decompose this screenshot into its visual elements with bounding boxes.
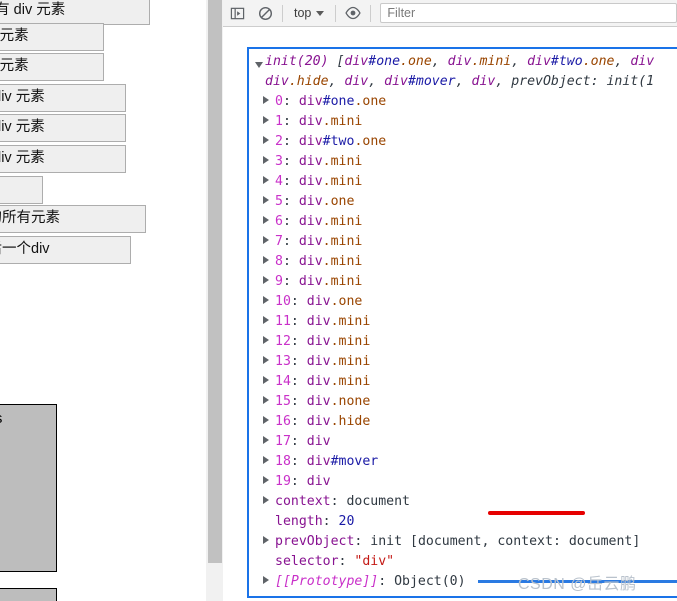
clear-console-icon[interactable] <box>251 0 279 27</box>
red-annotation-underline <box>488 511 585 515</box>
expand-triangle-icon[interactable] <box>263 136 269 144</box>
console-array-entry[interactable]: 12: div.mini <box>249 332 677 352</box>
execution-context-selector[interactable]: top <box>286 0 332 27</box>
expand-triangle-icon[interactable] <box>263 576 269 584</box>
console-array-entry[interactable]: 5: div.one <box>249 192 677 212</box>
console-array-entry[interactable]: 17: div <box>249 432 677 452</box>
console-array-entry[interactable]: 13: div.mini <box>249 352 677 372</box>
console-array-entry[interactable]: 11: div.mini <box>249 312 677 332</box>
page-action-button[interactable]: 画的最后一个div <box>0 236 131 264</box>
console-array-entry[interactable]: 19: div <box>249 472 677 492</box>
console-array-entry[interactable]: 16: div.hide <box>249 412 677 432</box>
expand-triangle-icon[interactable] <box>263 416 269 424</box>
expand-triangle-icon[interactable] <box>263 496 269 504</box>
toolbar-divider-3 <box>370 4 372 22</box>
live-expression-eye-icon[interactable] <box>339 0 367 27</box>
page-action-button[interactable]: 数的 div 元素 <box>0 53 104 81</box>
expand-triangle-icon[interactable] <box>263 96 269 104</box>
expand-triangle-icon[interactable] <box>263 456 269 464</box>
console-property-row[interactable]: context: document <box>249 492 677 512</box>
console-property-row[interactable]: selector: "div" <box>249 552 677 572</box>
expand-triangle-icon[interactable] <box>263 216 269 224</box>
expand-triangle-icon[interactable] <box>263 296 269 304</box>
page-action-button[interactable]: ne 的所有 div 元素 <box>0 0 150 25</box>
console-filter-placeholder: Filter <box>387 6 416 20</box>
console-toolbar: top Filter <box>223 0 677 27</box>
expand-triangle-icon[interactable] <box>263 476 269 484</box>
chevron-down-icon <box>316 10 325 16</box>
console-array-entry[interactable]: 7: div.mini <box>249 232 677 252</box>
page-action-button[interactable]: 于 3 的 div 元素 <box>0 84 126 112</box>
page-action-button[interactable]: 行动画的所有元素 <box>0 205 146 233</box>
page-demo-div-box: v <box>0 588 57 601</box>
expand-triangle-icon[interactable] <box>263 116 269 124</box>
page-action-button[interactable]: 于 3 的 div 元素 <box>0 145 126 173</box>
console-message-list: init(20) [div#one.one, div.mini, div#two… <box>223 28 677 601</box>
expand-triangle-icon[interactable] <box>263 276 269 284</box>
toolbar-divider-2 <box>335 4 337 22</box>
execution-context-label: top <box>294 6 312 20</box>
page-action-button[interactable]: 数的 div 元素 <box>0 23 104 51</box>
web-page-viewport: ne 的所有 div 元素数的 div 元素数的 div 元素于 3 的 div… <box>0 0 208 601</box>
expand-triangle-icon[interactable] <box>263 536 269 544</box>
expand-triangle-icon[interactable] <box>263 156 269 164</box>
console-property-row[interactable]: length: 20 <box>249 512 677 532</box>
toolbar-divider-1 <box>282 4 283 22</box>
console-array-entry[interactable]: 8: div.mini <box>249 252 677 272</box>
page-action-button[interactable]: 于 3 的 div 元素 <box>0 114 126 142</box>
console-object-preview-line: div.hide, div, div#mover, div, prevObjec… <box>265 74 655 89</box>
expand-triangle-icon[interactable] <box>263 436 269 444</box>
expand-toggle-icon[interactable] <box>255 62 263 68</box>
console-array-entry[interactable]: 15: div.none <box>249 392 677 412</box>
console-array-entry[interactable]: 18: div#mover <box>249 452 677 472</box>
expand-triangle-icon[interactable] <box>263 376 269 384</box>
expand-triangle-icon[interactable] <box>263 256 269 264</box>
console-array-entry[interactable]: 0: div#one.one <box>249 92 677 112</box>
console-result-object[interactable]: init(20) [div#one.one, div.mini, div#two… <box>247 47 677 598</box>
devtools-panel: top Filter init(20) [div#one.one, div.mi… <box>223 0 677 601</box>
console-array-entry[interactable]: 14: div.mini <box>249 372 677 392</box>
watermark-text: CSDN @岳云鹏 <box>518 576 637 593</box>
page-demo-div-box: ass v <box>0 404 57 572</box>
console-sidebar-toggle-icon[interactable] <box>223 0 251 27</box>
console-property-row[interactable]: prevObject: init [document, context: doc… <box>249 532 677 552</box>
console-array-entry[interactable]: 9: div.mini <box>249 272 677 292</box>
page-action-button[interactable]: 元素 <box>0 176 43 204</box>
expand-triangle-icon[interactable] <box>263 196 269 204</box>
console-array-entry[interactable]: 2: div#two.one <box>249 132 677 152</box>
expand-triangle-icon[interactable] <box>263 316 269 324</box>
console-filter-input-wrapper[interactable]: Filter <box>380 3 677 23</box>
expand-triangle-icon[interactable] <box>263 176 269 184</box>
expand-triangle-icon[interactable] <box>263 396 269 404</box>
expand-triangle-icon[interactable] <box>263 356 269 364</box>
console-array-entry[interactable]: 6: div.mini <box>249 212 677 232</box>
expand-triangle-icon[interactable] <box>263 236 269 244</box>
expand-triangle-icon[interactable] <box>263 336 269 344</box>
console-object-preview-line: init(20) [div#one.one, div.mini, div#two… <box>265 54 655 69</box>
screenshot-root: ne 的所有 div 元素数的 div 元素数的 div 元素于 3 的 div… <box>0 0 677 601</box>
console-array-entry[interactable]: 10: div.one <box>249 292 677 312</box>
console-array-entry[interactable]: 1: div.mini <box>249 112 677 132</box>
console-array-entry[interactable]: 3: div.mini <box>249 152 677 172</box>
page-vertical-scrollbar-thumb[interactable] <box>208 0 222 563</box>
console-array-entry[interactable]: 4: div.mini <box>249 172 677 192</box>
